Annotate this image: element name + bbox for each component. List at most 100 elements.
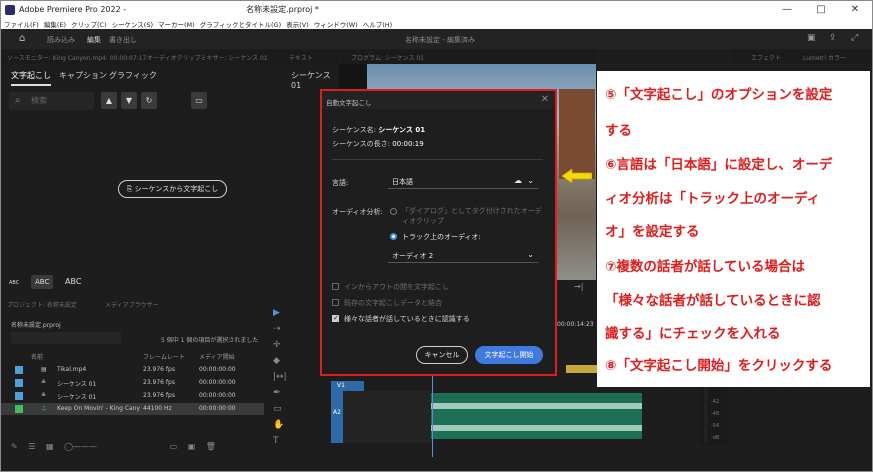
- language-select[interactable]: 日本語 ☁ ⌄: [388, 173, 538, 189]
- menu-sequence[interactable]: シーケンス(S): [112, 19, 153, 29]
- track-v1-label: V1: [337, 382, 345, 389]
- tab-source-monitor[interactable]: ソースモニター: King Canyon.mp4: 00:00:07:17: [7, 53, 146, 62]
- slip-icon[interactable]: |↔|: [273, 372, 287, 382]
- icon-view-icon[interactable]: ▦: [46, 442, 54, 451]
- col-name[interactable]: 名前: [31, 352, 43, 361]
- tab-program-monitor[interactable]: プログラム: シーケンス 01: [351, 53, 424, 62]
- sequence-name-value: シーケンス 01: [378, 126, 426, 134]
- tab-graphics[interactable]: グラフィック: [109, 70, 157, 81]
- project-row[interactable]: ≚ シーケンス 01 23.976 fps 00:00:00:00: [1, 377, 264, 389]
- project-column-headers: 名前 フレームレート メディア開始: [1, 350, 264, 362]
- tab-lumetri[interactable]: Lumetri カラー: [803, 53, 846, 62]
- track-a2-label: A2: [333, 409, 341, 416]
- row-name: Tikal.mp4: [57, 366, 87, 373]
- tab-project[interactable]: プロジェクト: 名称未設定: [7, 300, 77, 309]
- pen-icon[interactable]: ✒: [273, 388, 281, 398]
- search-placeholder: 検索: [31, 96, 47, 105]
- audio-clip[interactable]: [431, 393, 642, 439]
- list-view-icon[interactable]: ☰: [28, 442, 35, 451]
- meter-label: -42: [711, 399, 720, 405]
- menu-graphics[interactable]: グラフィックとタイトル(G): [200, 19, 281, 29]
- audio-track-select[interactable]: オーディオ 2 ⌄: [388, 247, 538, 263]
- radio-track-audio[interactable]: [390, 233, 397, 240]
- track-a2-header[interactable]: A2: [331, 391, 431, 443]
- window-title: Adobe Premiere Pro 2022 -: [19, 5, 127, 14]
- track-v1-header[interactable]: V1: [331, 381, 364, 391]
- trash-icon[interactable]: 🗑: [206, 442, 216, 451]
- new-item-icon[interactable]: ▣: [188, 442, 196, 451]
- menu-help[interactable]: ヘルプ(H): [363, 19, 392, 29]
- captions-icon[interactable]: ▭: [191, 92, 207, 109]
- tab-transcript[interactable]: 文字起こし: [11, 70, 51, 86]
- title-bar: Adobe Premiere Pro 2022 - 名称未設定.prproj *…: [1, 1, 872, 18]
- text-size-large[interactable]: ABC: [65, 277, 81, 286]
- tab-export[interactable]: 書き出し: [109, 35, 137, 45]
- col-media-start[interactable]: メディア開始: [199, 352, 235, 361]
- window-title-file: 名称未設定.prproj *: [246, 5, 319, 14]
- next-result-button[interactable]: ▼: [121, 92, 137, 109]
- checkbox-multiple-speakers[interactable]: [332, 314, 339, 322]
- menu-marker[interactable]: マーカー(M): [158, 19, 195, 29]
- fullscreen-icon[interactable]: ⤢: [851, 33, 858, 43]
- close-icon[interactable]: ✕: [541, 94, 549, 105]
- new-bin-icon[interactable]: ▭: [170, 442, 178, 451]
- zoom-slider[interactable]: ◯———: [64, 442, 97, 451]
- tab-text[interactable]: テキスト: [289, 53, 313, 62]
- share-icon[interactable]: ⇪: [829, 33, 837, 43]
- duration-label: シーケンスの長さ:: [332, 140, 391, 148]
- ripple-edit-icon[interactable]: ✛: [273, 340, 281, 350]
- audio-analysis-label: オーディオ分析:: [332, 208, 383, 216]
- project-search-input[interactable]: [11, 332, 121, 344]
- project-row[interactable]: ♫ Keep On Movin' - King Cany 44100 Hz 00…: [1, 403, 264, 415]
- row-name: Keep On Movin' - King Cany: [57, 405, 141, 412]
- meter-label: -dB: [711, 435, 720, 441]
- checkbox-in-out[interactable]: [332, 283, 339, 290]
- home-icon[interactable]: ⌂: [19, 33, 25, 44]
- cancel-button[interactable]: キャンセル: [416, 346, 468, 364]
- pencil-icon[interactable]: ✎: [11, 442, 18, 451]
- start-transcription-button[interactable]: 文字起こし開始: [475, 346, 543, 364]
- track-select-icon[interactable]: ⇢: [273, 324, 281, 334]
- hand-icon[interactable]: ✋: [273, 420, 284, 430]
- razor-icon[interactable]: ◆: [273, 356, 280, 366]
- col-framerate[interactable]: フレームレート: [143, 352, 185, 361]
- tab-captions[interactable]: キャプション: [59, 70, 107, 81]
- go-to-out-icon[interactable]: →|: [574, 282, 583, 291]
- transcript-search-input[interactable]: ⌕ 検索: [9, 92, 94, 110]
- radio-dialogue-clips[interactable]: [390, 208, 397, 215]
- tab-edit[interactable]: 編集: [87, 35, 101, 45]
- menu-window[interactable]: ウィンドウ(W): [314, 19, 358, 29]
- tab-import[interactable]: 読み込み: [47, 35, 75, 45]
- project-row[interactable]: ≚ シーケンス 01 23.976 fps 00:00:00:00: [1, 390, 264, 402]
- text-size-medium[interactable]: ABC: [31, 275, 54, 289]
- text-panel: 文字起こし キャプション グラフィック シーケンス 01 ⌕ 検索 ▲ ▼ ↻ …: [1, 64, 339, 296]
- dialog-header: 自動文字起こし ✕: [322, 91, 555, 109]
- annotation-line: オ」を設定する: [605, 224, 700, 240]
- menu-view[interactable]: 表示(V): [286, 19, 309, 29]
- cloud-download-icon: ☁: [514, 176, 522, 185]
- transcribe-sequence-button[interactable]: ⎘ シーケンスから文字起こし: [118, 180, 227, 198]
- rectangle-icon[interactable]: ▭: [273, 404, 282, 414]
- menu-clip[interactable]: クリップ(C): [71, 19, 107, 29]
- prev-result-button[interactable]: ▲: [101, 92, 117, 109]
- audio-clip-icon: ♫: [41, 405, 47, 412]
- selection-tool-icon[interactable]: ▶: [273, 308, 280, 318]
- workspaces-icon[interactable]: ▣: [807, 33, 816, 43]
- replace-button[interactable]: ↻: [141, 92, 157, 109]
- type-tool-icon[interactable]: T: [273, 436, 279, 446]
- radio-dialogue-label: 「ダイアログ」としてタグ付けされたオーディオクリップ: [402, 207, 542, 225]
- annotation-line: 「様々な話者が話しているときに認: [605, 293, 821, 309]
- minimize-button[interactable]: —: [770, 1, 804, 18]
- maximize-button[interactable]: □: [804, 1, 838, 18]
- tab-effects[interactable]: エフェクト: [751, 53, 781, 62]
- project-row[interactable]: ▤ Tikal.mp4 23.976 fps 00:00:00:00: [1, 364, 264, 376]
- radio-track-label: トラック上のオーディオ:: [402, 233, 481, 241]
- tab-audio-mixer[interactable]: オーディオクリップミキサー: シーケンス 01: [147, 53, 268, 62]
- menu-file[interactable]: ファイル(F): [4, 19, 39, 29]
- text-size-small[interactable]: ABC: [9, 280, 19, 286]
- checkbox-merge[interactable]: [332, 299, 339, 306]
- close-button[interactable]: ✕: [838, 1, 872, 18]
- tab-media-browser[interactable]: メディアブラウザー: [105, 300, 159, 309]
- audio-track-value: オーディオ 2: [392, 252, 434, 260]
- menu-edit[interactable]: 編集(E): [44, 19, 66, 29]
